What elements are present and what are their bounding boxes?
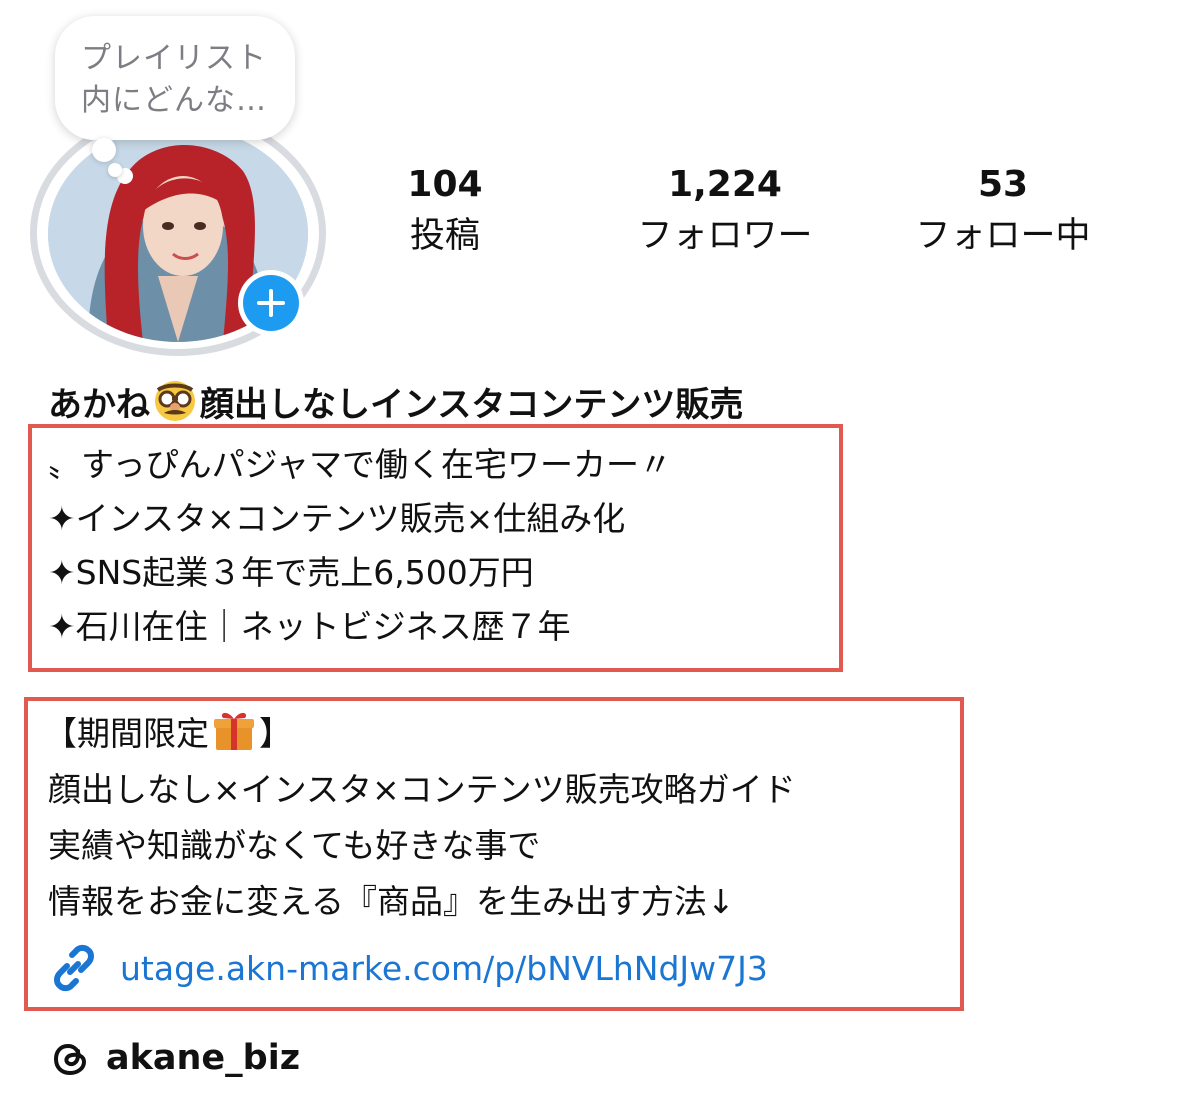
bio-link-url[interactable]: utage.akn-marke.com/p/bNVLhNdJw7J3: [120, 949, 768, 988]
stat-posts[interactable]: 104 投稿: [385, 160, 505, 262]
stat-followers[interactable]: 1,224 フォロワー: [600, 160, 850, 262]
link-icon: [48, 942, 100, 994]
note-bubble[interactable]: プレイリスト 内にどんな…: [55, 16, 295, 140]
profile-name-part1: あかね: [48, 385, 150, 425]
threads-badge[interactable]: akane_biz: [48, 1030, 300, 1086]
promo-heading-prefix: 【期間限定: [44, 714, 209, 753]
bio: 〟すっぴんパジャマで働く在宅ワーカー〃 ✦インスタ×コンテンツ販売×仕組み化 ✦…: [48, 438, 672, 654]
bio-line: ✦インスタ×コンテンツ販売×仕組み化: [48, 499, 626, 538]
profile-name: あかね 顔出しなしインスタコンテンツ販売: [48, 378, 743, 430]
threads-icon: [48, 1035, 94, 1081]
stat-posts-label: 投稿: [409, 216, 480, 256]
promo-heading-suffix: 】: [259, 714, 292, 753]
promo: 【期間限定 】 顔出しなし×インスタ×コンテンツ販売攻略ガイド 実績や知識がなく…: [44, 706, 796, 930]
bio-link[interactable]: utage.akn-marke.com/p/bNVLhNdJw7J3: [48, 940, 768, 996]
promo-line: 情報をお金に変える『商品』を生み出す方法↓: [48, 882, 735, 921]
add-story-button[interactable]: [238, 270, 304, 336]
promo-line: 顔出しなし×インスタ×コンテンツ販売攻略ガイド: [48, 770, 796, 809]
profile-avatar[interactable]: [30, 110, 328, 358]
stat-posts-count: 104: [407, 164, 483, 205]
note-line-2: 内にどんな…: [81, 83, 267, 118]
promo-line: 実績や知識がなくても好きな事で: [48, 826, 541, 865]
bio-line: ✦SNS起業３年で売上6,500万円: [48, 553, 534, 592]
stat-following-label: フォロー中: [915, 216, 1091, 256]
threads-handle: akane_biz: [106, 1038, 301, 1078]
stat-following[interactable]: 53 フォロー中: [888, 160, 1118, 262]
profile-name-part2: 顔出しなしインスタコンテンツ販売: [200, 385, 744, 425]
note-text: プレイリスト 内にどんな…: [81, 38, 281, 122]
plus-icon: [243, 275, 299, 331]
promo-heading: 【期間限定 】: [44, 706, 796, 762]
stat-followers-label: フォロワー: [637, 216, 813, 256]
gift-icon: [211, 707, 257, 753]
bio-line: 〟すっぴんパジャマで働く在宅ワーカー〃: [48, 445, 673, 484]
bio-line: ✦石川在住｜ネットビジネス歴７年: [48, 607, 571, 646]
disguised-face-icon: [152, 378, 198, 424]
note-bubble-tail-small: [108, 163, 122, 177]
stat-following-count: 53: [977, 164, 1029, 205]
note-line-1: プレイリスト: [81, 41, 267, 76]
note-bubble-tail: [92, 138, 116, 162]
stat-followers-count: 1,224: [668, 164, 782, 205]
